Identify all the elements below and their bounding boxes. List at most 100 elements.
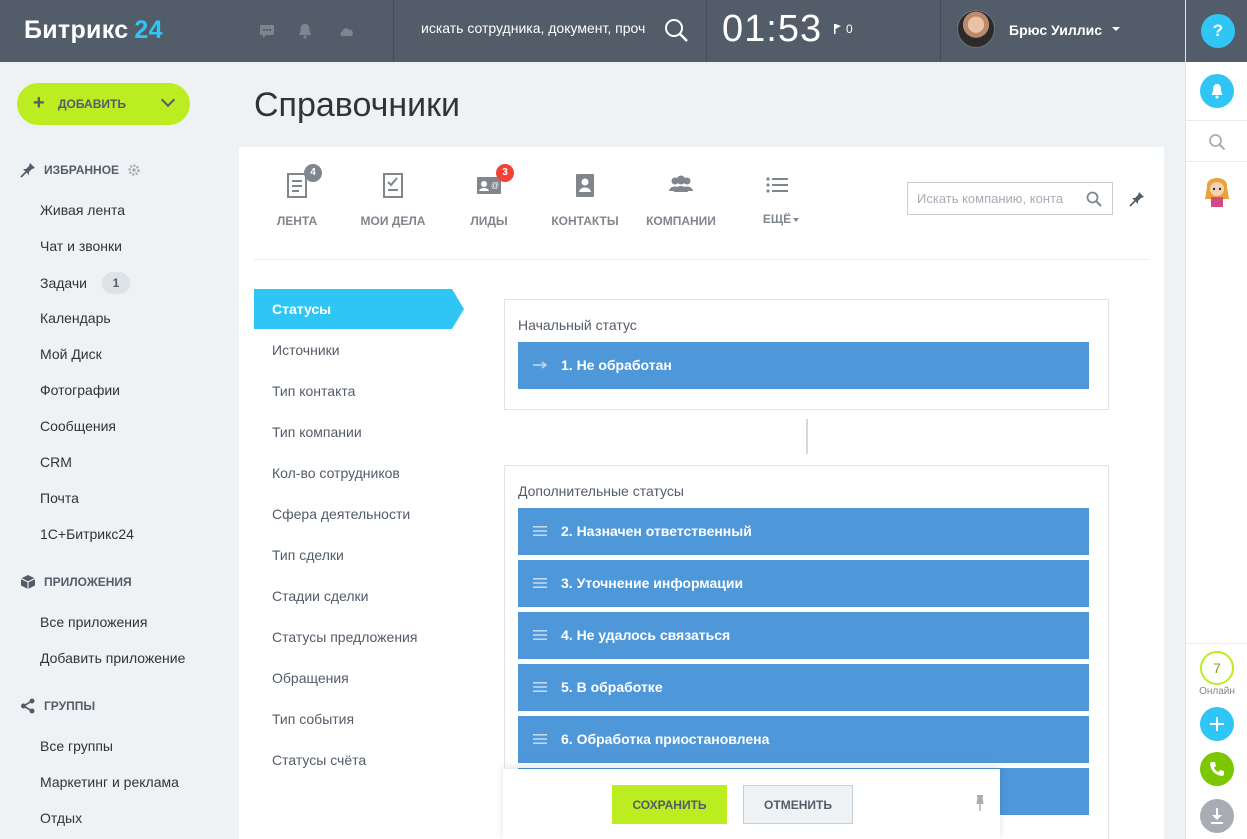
- tab-label: МОИ ДЕЛА: [360, 214, 426, 228]
- cube-icon: [20, 575, 36, 589]
- avatar[interactable]: [957, 10, 995, 48]
- sidebar-item-chat[interactable]: Чат и звонки: [40, 238, 122, 254]
- search-icon[interactable]: [1086, 191, 1102, 207]
- flag-icon: [834, 24, 841, 34]
- menu-item-salutations[interactable]: Обращения: [272, 670, 349, 686]
- add-button[interactable]: + ДОБАВИТЬ: [17, 83, 190, 125]
- section-groups[interactable]: ГРУППЫ: [20, 698, 95, 714]
- download-button[interactable]: [1200, 799, 1234, 833]
- sidebar-item-marketing[interactable]: Маркетинг и реклама: [40, 774, 179, 790]
- drag-handle-icon[interactable]: [532, 577, 548, 589]
- status-label: 1. Не обработан: [561, 357, 672, 373]
- list-icon: [766, 177, 788, 193]
- chevron-down-icon[interactable]: [1112, 27, 1120, 31]
- crm-search-field[interactable]: [907, 182, 1113, 215]
- tab-label: ЕЩЁ: [762, 212, 792, 226]
- chat-icon[interactable]: [258, 22, 276, 40]
- search-icon[interactable]: [662, 16, 690, 44]
- drag-handle-icon[interactable]: [532, 629, 548, 641]
- sidebar-item-add-app[interactable]: Добавить приложение: [40, 650, 185, 666]
- sidebar-item-calendar[interactable]: Календарь: [40, 310, 111, 326]
- tab-counter: 3: [496, 164, 514, 182]
- tab-label: КОНТАКТЫ: [551, 214, 619, 228]
- tab-counter: 4: [304, 164, 322, 182]
- plus-icon: +: [33, 92, 45, 114]
- pin-icon[interactable]: [1129, 191, 1145, 207]
- menu-item-contact-type[interactable]: Тип контакта: [272, 383, 355, 399]
- section-favorites[interactable]: ИЗБРАННОЕ: [20, 162, 141, 178]
- flag-count: 0: [846, 22, 853, 36]
- work-time-clock[interactable]: 01:53: [722, 8, 822, 51]
- contact-avatar[interactable]: [1201, 173, 1233, 207]
- menu-item-deal-type[interactable]: Тип сделки: [272, 547, 344, 563]
- header-divider: [706, 0, 707, 62]
- section-apps[interactable]: ПРИЛОЖЕНИЯ: [20, 574, 132, 590]
- menu-item-sources[interactable]: Источники: [272, 342, 340, 358]
- notifications-button[interactable]: [1200, 74, 1234, 108]
- cloud-icon[interactable]: [338, 22, 356, 40]
- divider: [1186, 120, 1247, 121]
- status-label: 5. В обработке: [561, 679, 663, 695]
- plus-icon: [1210, 717, 1224, 731]
- drag-handle-icon[interactable]: [532, 681, 548, 693]
- status-row[interactable]: 3. Уточнение информации: [518, 560, 1089, 607]
- sidebar-item-mail[interactable]: Почта: [40, 490, 79, 506]
- tab-feed[interactable]: 4 ЛЕНТА: [252, 164, 342, 228]
- gear-icon[interactable]: [127, 163, 141, 177]
- status-row[interactable]: 1. Не обработан: [518, 342, 1089, 389]
- search-icon[interactable]: [1208, 133, 1226, 151]
- sidebar-item-all-groups[interactable]: Все группы: [40, 738, 113, 754]
- menu-item-industry[interactable]: Сфера деятельности: [272, 506, 410, 522]
- menu-item-employees[interactable]: Кол-во сотрудников: [272, 465, 400, 481]
- add-button-label: ДОБАВИТЬ: [58, 97, 126, 111]
- user-name[interactable]: Брюс Уиллис: [1009, 22, 1102, 38]
- status-row[interactable]: 2. Назначен ответственный: [518, 508, 1089, 555]
- tab-activities[interactable]: МОИ ДЕЛА: [348, 170, 438, 228]
- global-search-input[interactable]: искать сотрудника, документ, проч: [421, 20, 656, 36]
- sidebar-item-1c[interactable]: 1С+Битрикс24: [40, 526, 134, 542]
- drag-handle-icon[interactable]: [532, 525, 548, 537]
- bell-icon: [1211, 84, 1223, 99]
- sidebar-item-disk[interactable]: Мой Диск: [40, 346, 102, 362]
- tab-more[interactable]: ЕЩЁ: [732, 170, 822, 226]
- status-row[interactable]: 6. Обработка приостановлена: [518, 716, 1089, 763]
- status-row[interactable]: 5. В обработке: [518, 664, 1089, 711]
- add-chat-button[interactable]: [1200, 707, 1234, 741]
- sidebar-item-messages[interactable]: Сообщения: [40, 418, 116, 434]
- sidebar-item-all-apps[interactable]: Все приложения: [40, 614, 147, 630]
- tab-leads[interactable]: @ 3 ЛИДЫ: [444, 164, 534, 228]
- menu-item-invoice-statuses[interactable]: Статусы счёта: [272, 752, 366, 768]
- logo[interactable]: Битрикс 24: [24, 16, 163, 45]
- pin-icon[interactable]: [973, 794, 987, 812]
- sidebar-item-tasks[interactable]: Задачи: [40, 275, 87, 291]
- menu-item-company-type[interactable]: Тип компании: [272, 424, 362, 440]
- chevron-down-icon: [793, 218, 799, 222]
- menu-item-event-type[interactable]: Тип события: [272, 711, 354, 727]
- right-toolbar-top: ?: [1186, 0, 1247, 62]
- section-title: ИЗБРАННОЕ: [44, 163, 120, 177]
- menu-item-statuses[interactable]: Статусы: [254, 289, 464, 329]
- menu-item-quote-statuses[interactable]: Статусы предложения: [272, 629, 417, 645]
- pin-icon: [20, 163, 35, 178]
- drag-handle-icon[interactable]: [532, 733, 548, 745]
- logo-number: 24: [134, 16, 163, 44]
- call-button[interactable]: [1200, 752, 1234, 786]
- save-button[interactable]: СОХРАНИТЬ: [612, 785, 727, 824]
- help-button[interactable]: ?: [1201, 14, 1235, 48]
- address-book-icon: [576, 174, 594, 197]
- sidebar-item-rest[interactable]: Отдых: [40, 810, 82, 826]
- online-counter[interactable]: 7: [1200, 651, 1234, 685]
- sidebar-item-photos[interactable]: Фотографии: [40, 382, 120, 398]
- bell-icon[interactable]: [296, 22, 314, 40]
- tab-contacts[interactable]: КОНТАКТЫ: [540, 170, 630, 228]
- tab-companies[interactable]: КОМПАНИИ: [636, 170, 726, 228]
- cancel-button[interactable]: ОТМЕНИТЬ: [743, 785, 853, 824]
- sidebar-item-crm[interactable]: CRM: [40, 454, 72, 470]
- right-toolbar: ? 7 Онлайн: [1185, 0, 1247, 839]
- header-divider: [393, 0, 394, 62]
- sidebar-item-feed[interactable]: Живая лента: [40, 202, 125, 218]
- menu-item-deal-stages[interactable]: Стадии сделки: [272, 588, 368, 604]
- tab-label: КОМПАНИИ: [646, 214, 716, 228]
- status-row[interactable]: 4. Не удалось связаться: [518, 612, 1089, 659]
- crm-search-input[interactable]: [908, 183, 1078, 214]
